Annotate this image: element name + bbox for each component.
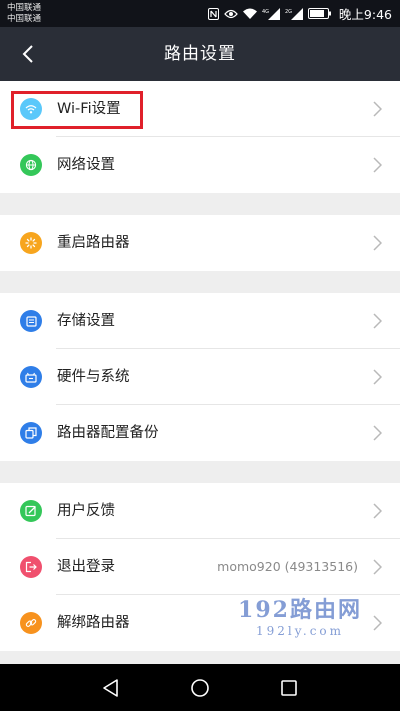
row-label: 退出登录 [57,559,115,575]
chevron-right-icon [373,615,382,631]
backup-icon [20,422,42,444]
settings-group-1: Wi-Fi设置 网络设置 [0,81,400,193]
status-icons: 4G 2G 晚上9:46 [207,0,392,27]
watermark-main: 192路由网 [238,597,362,623]
nfc-icon [207,7,219,20]
globe-icon [20,154,42,176]
feedback-icon [20,500,42,522]
chevron-right-icon [373,559,382,575]
settings-group-3: 存储设置 硬件与系统 路由器配置备份 [0,293,400,461]
hardware-icon [20,366,42,388]
nav-back-button[interactable] [98,675,124,701]
battery-icon [307,8,331,19]
row-wifi-settings[interactable]: Wi-Fi设置 [0,81,400,137]
watermark-sub: 192ly.com [255,624,345,638]
row-label: Wi-Fi设置 [57,101,121,117]
row-label: 用户反馈 [57,503,115,519]
row-label: 重启路由器 [57,235,130,251]
nav-recents-button[interactable] [276,675,302,701]
status-time: 晚上9:46 [338,7,392,22]
row-label: 网络设置 [57,157,115,173]
carrier-label-1: 中国联通 [7,3,42,13]
settings-list: Wi-Fi设置 网络设置 重启路由器 存储设置 硬件与系统 路由器配置备份 用户… [0,81,400,664]
unlink-icon [20,612,42,634]
page-title: 路由设置 [164,44,236,64]
carrier-label-2: 中国联通 [7,14,42,24]
recents-square-icon [281,680,297,696]
4g-signal-icon: 4G [262,7,280,20]
title-bar: 路由设置 [0,27,400,81]
row-network-settings[interactable]: 网络设置 [0,137,400,193]
row-storage-settings[interactable]: 存储设置 [0,293,400,349]
row-label: 硬件与系统 [57,369,130,385]
home-circle-icon [191,679,209,697]
row-user-feedback[interactable]: 用户反馈 [0,483,400,539]
row-hardware-system[interactable]: 硬件与系统 [0,349,400,405]
chevron-right-icon [373,313,382,329]
restart-icon [20,232,42,254]
row-label: 解绑路由器 [57,615,130,631]
account-value: momo920 (49313516) [217,559,358,574]
logout-icon [20,556,42,578]
watermark: 192路由网 192ly.com [230,597,370,649]
chevron-right-icon [373,101,382,117]
wifi-icon [20,98,42,120]
row-config-backup[interactable]: 路由器配置备份 [0,405,400,461]
chevron-right-icon [373,503,382,519]
2g-signal-icon: 2G [285,7,303,20]
row-label: 路由器配置备份 [57,425,159,441]
row-label: 存储设置 [57,313,115,329]
settings-group-2: 重启路由器 [0,215,400,271]
wifi-status-icon [242,8,257,19]
nav-home-button[interactable] [187,675,213,701]
status-bar: 中国联通 中国联通 4G 2G 晚上9:46 [0,0,400,27]
chevron-right-icon [373,425,382,441]
navigation-bar [0,664,400,711]
svg-text:4G: 4G [262,9,269,15]
storage-icon [20,310,42,332]
svg-text:2G: 2G [285,9,292,15]
back-triangle-icon [103,679,118,697]
row-restart-router[interactable]: 重启路由器 [0,215,400,271]
chevron-right-icon [373,157,382,173]
chevron-right-icon [373,235,382,251]
row-logout[interactable]: 退出登录 momo920 (49313516) [0,539,400,595]
chevron-right-icon [373,369,382,385]
eye-icon [224,9,238,18]
